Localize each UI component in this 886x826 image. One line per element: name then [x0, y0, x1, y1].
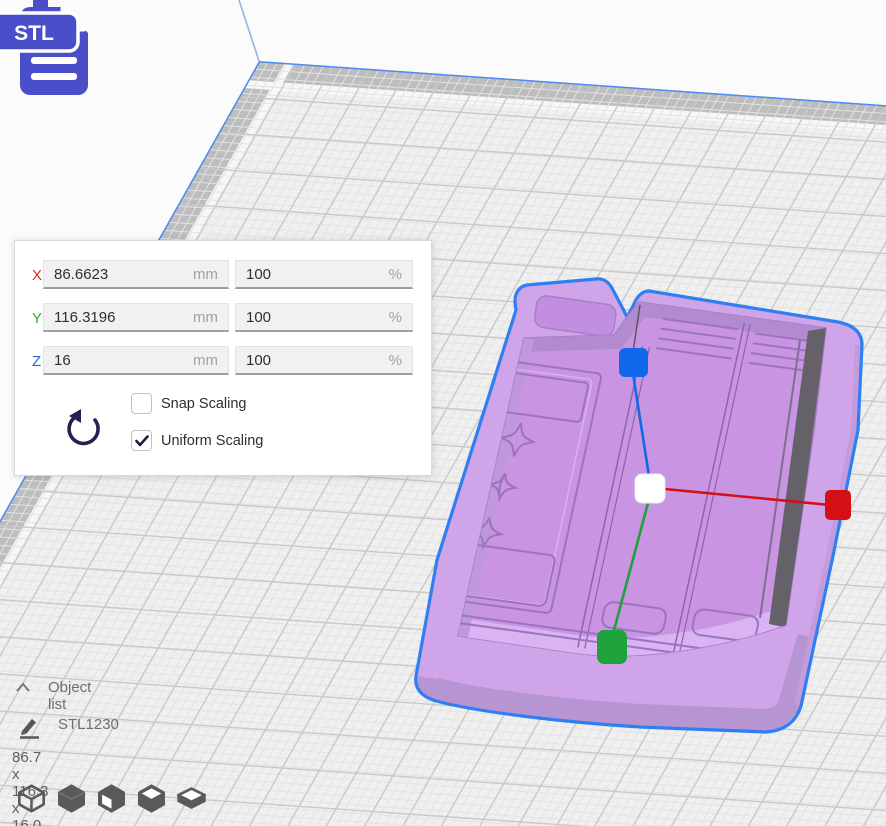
- z-percent-value: 100: [246, 352, 271, 369]
- z-size-value: 16: [54, 352, 71, 369]
- scale-tool-panel: X 86.6623 mm 100 % Y 116.3196 mm 100 % Z: [14, 240, 432, 476]
- view-top-icon[interactable]: [176, 783, 207, 814]
- y-percent-value: 100: [246, 309, 271, 326]
- z-percent-input[interactable]: 100 %: [235, 346, 413, 375]
- view-solid-icon[interactable]: [56, 783, 87, 814]
- scale-handle-y[interactable]: [597, 630, 627, 664]
- doc-line: [31, 73, 77, 80]
- stl-badge-label: STL: [14, 22, 54, 45]
- y-percent-unit: %: [389, 309, 402, 326]
- snap-scaling-label: Snap Scaling: [161, 393, 246, 415]
- scale-handle-center[interactable]: [635, 474, 665, 503]
- scale-row-z: Z 16 mm 100 %: [15, 346, 431, 377]
- y-size-input[interactable]: 116.3196 mm: [43, 303, 229, 332]
- chevron-up-icon[interactable]: [14, 681, 32, 695]
- plate-corner-line: [239, 0, 259, 61]
- stl-file-icon: STL: [0, 0, 96, 102]
- y-size-unit: mm: [193, 309, 218, 326]
- z-size-unit: mm: [193, 352, 218, 369]
- view-3d-icon[interactable]: [16, 783, 47, 814]
- edit-pencil-icon[interactable]: [17, 714, 43, 740]
- checkmark-icon: [135, 435, 149, 447]
- object-list-item-name[interactable]: STL1230: [58, 716, 119, 733]
- view-front-icon[interactable]: [96, 783, 127, 814]
- scale-row-x: X 86.6623 mm 100 %: [15, 260, 431, 291]
- x-percent-value: 100: [246, 266, 271, 283]
- y-size-value: 116.3196: [54, 309, 115, 326]
- z-percent-unit: %: [389, 352, 402, 369]
- doc-line: [31, 57, 77, 64]
- x-size-value: 86.6623: [54, 266, 108, 283]
- scale-handle-z[interactable]: [619, 348, 648, 377]
- view-left-icon[interactable]: [136, 783, 167, 814]
- reset-scale-button[interactable]: [64, 407, 104, 451]
- reset-arrow-icon: [69, 416, 98, 443]
- uniform-scaling-label: Uniform Scaling: [161, 430, 263, 452]
- uniform-scaling-checkbox[interactable]: [131, 430, 152, 451]
- application-window: STL X 86.6623 mm 100 % Y 116.3196 mm 100…: [0, 0, 886, 826]
- y-percent-input[interactable]: 100 %: [235, 303, 413, 332]
- scale-row-y: Y 116.3196 mm 100 %: [15, 303, 431, 334]
- scale-handle-x[interactable]: [825, 490, 851, 520]
- snap-scaling-checkbox[interactable]: [131, 393, 152, 414]
- camera-view-toolbar: [16, 783, 207, 814]
- x-percent-unit: %: [389, 266, 402, 283]
- x-size-input[interactable]: 86.6623 mm: [43, 260, 229, 289]
- object-list-title[interactable]: Object list: [48, 679, 91, 713]
- x-size-unit: mm: [193, 266, 218, 283]
- z-size-input[interactable]: 16 mm: [43, 346, 229, 375]
- x-percent-input[interactable]: 100 %: [235, 260, 413, 289]
